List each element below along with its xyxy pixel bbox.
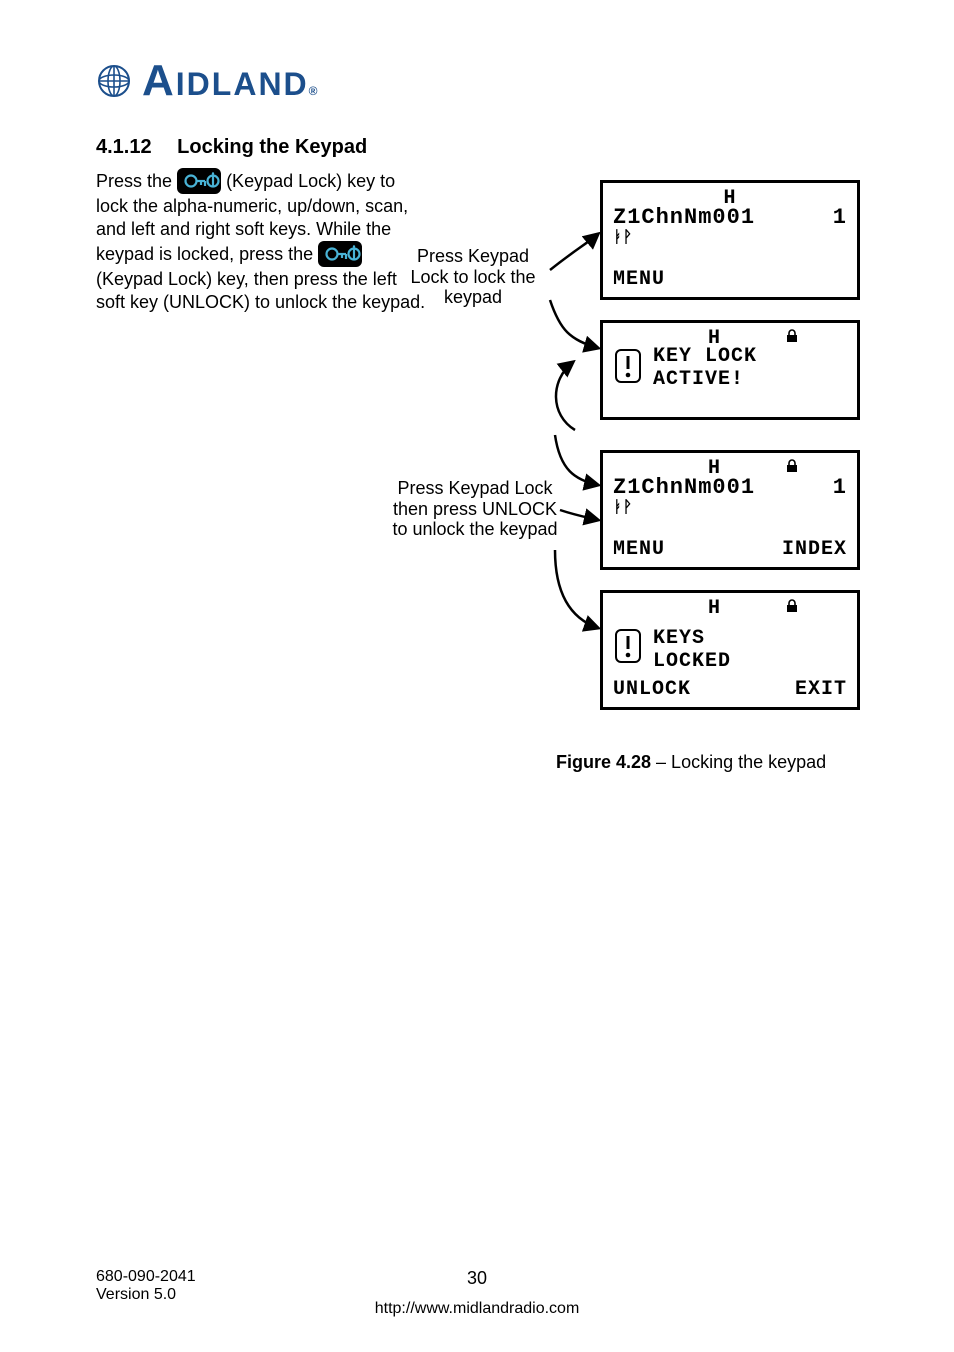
msg-line1: KEYS [653, 627, 731, 650]
brand-header: AIDLAND® [96, 56, 858, 106]
softkey-menu: MENU [613, 538, 665, 561]
softkey-exit: EXIT [795, 678, 847, 701]
body-text-part1: Press the [96, 171, 177, 191]
channel-number: 1 [833, 475, 847, 500]
registered-mark: ® [309, 84, 320, 98]
indicator-h: H [708, 597, 721, 620]
screen-lock-active: H KEY LOCK ACTIVE! [600, 320, 860, 420]
section-number: 4.1.12 [96, 136, 152, 158]
antenna-icon: ᛓᚹ [613, 229, 632, 247]
body-text: Press the (Keypad Lock) key to lock the … [96, 169, 426, 315]
figure-label: Figure 4.28 [556, 752, 651, 772]
page-number: 30 [467, 1268, 487, 1289]
keypad-lock-icon [177, 168, 221, 194]
brand-rest: IDLAND [176, 66, 309, 103]
keypad-lock-icon [318, 241, 362, 267]
softkey-menu: MENU [613, 268, 665, 291]
figure-caption: Figure 4.28 – Locking the keypad [556, 752, 826, 773]
channel-name: Z1ChnNm001 [613, 205, 755, 230]
footer-url: http://www.midlandradio.com [375, 1300, 580, 1318]
brand-letter-a: A [142, 56, 176, 106]
warning-icon [613, 347, 643, 385]
padlock-icon [785, 599, 799, 618]
channel-number: 1 [833, 205, 847, 230]
screen-keys-locked: H KEYS LOCKED UNLOCK EXIT [600, 590, 860, 710]
figure-4-28: Press Keypad Lock to lock the keypad Pre… [400, 180, 860, 740]
page-footer: 680-090-2041 Version 5.0 30 http://www.m… [96, 1268, 858, 1304]
screen-locked-channel: H Z1ChnNm001 1 ᛓᚹ MENU INDEX [600, 450, 860, 570]
section-heading: 4.1.12 Locking the Keypad [96, 136, 858, 159]
msg-line2: ACTIVE! [653, 368, 757, 391]
antenna-icon: ᛓᚹ [613, 499, 632, 517]
warning-icon [613, 627, 643, 665]
msg-line1: KEY LOCK [653, 345, 757, 368]
body-text-part3: (Keypad Lock) key, then press the left s… [96, 269, 425, 312]
padlock-icon [785, 329, 799, 348]
msg-line2: LOCKED [653, 650, 731, 673]
section-title: Locking the Keypad [177, 136, 367, 158]
screen-initial: H Z1ChnNm001 1 ᛓᚹ MENU [600, 180, 860, 300]
softkey-index: INDEX [782, 538, 847, 561]
globe-icon [96, 63, 132, 99]
callout-lock: Press Keypad Lock to lock the keypad [398, 246, 548, 308]
softkey-unlock: UNLOCK [613, 678, 691, 701]
brand-wordmark: AIDLAND® [142, 56, 320, 106]
channel-name: Z1ChnNm001 [613, 475, 755, 500]
figure-text: – Locking the keypad [651, 752, 826, 772]
callout-unlock: Press Keypad Lock then press UNLOCK to u… [390, 478, 560, 540]
